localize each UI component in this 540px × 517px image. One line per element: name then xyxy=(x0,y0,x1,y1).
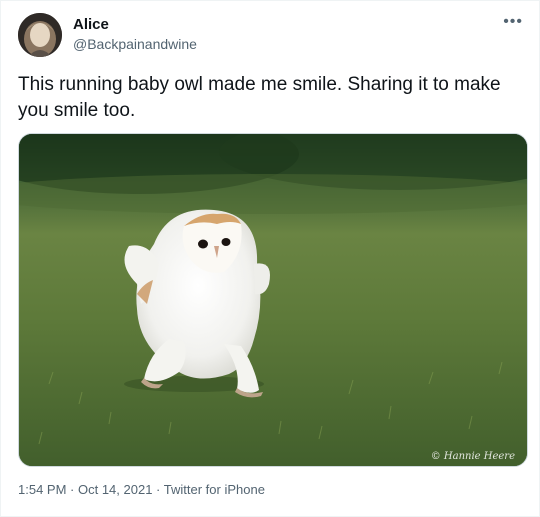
tweet-meta: 1:54 PM · Oct 14, 2021 · Twitter for iPh… xyxy=(18,482,265,497)
meta-separator: · xyxy=(66,482,78,497)
tweet-date[interactable]: Oct 14, 2021 xyxy=(78,482,152,497)
tweet-source[interactable]: Twitter for iPhone xyxy=(164,482,265,497)
avatar[interactable] xyxy=(18,13,62,57)
owl-photo xyxy=(19,134,527,466)
meta-separator: · xyxy=(152,482,164,497)
tweet-time[interactable]: 1:54 PM xyxy=(18,482,66,497)
author-handle[interactable]: @Backpainandwine xyxy=(73,36,197,52)
author-name[interactable]: Alice xyxy=(73,16,109,33)
avatar-image xyxy=(18,13,62,57)
tweet-text: This running baby owl made me smile. Sha… xyxy=(18,74,501,121)
tweet-image[interactable]: © Hannie Heere xyxy=(18,133,528,467)
image-credit: © Hannie Heere xyxy=(430,451,515,462)
more-horizontal-icon[interactable]: ••• xyxy=(503,13,523,31)
tweet-card[interactable]: Alice @Backpainandwine ••• This running … xyxy=(0,0,540,517)
